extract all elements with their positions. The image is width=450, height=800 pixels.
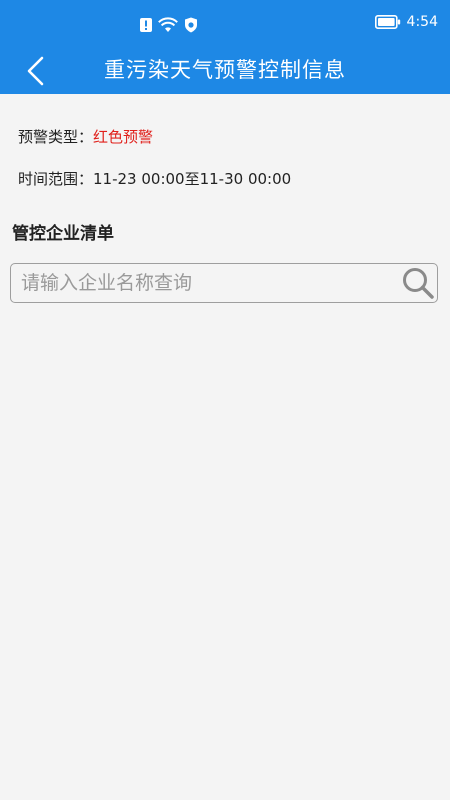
section-title-enterprise-list: 管控企业清单 [12,224,114,244]
time-range-value: 11-23 00:00至11-30 00:00 [93,170,292,188]
status-icons-left [140,16,198,34]
warning-type-value: 红色预警 [93,128,154,146]
back-button[interactable] [18,52,54,90]
page-title: 重污染天气预警控制信息 [104,58,346,82]
time-range-row: 时间范围：11-23 00:00至11-30 00:00 [18,168,291,189]
search-box [10,263,438,303]
warning-type-label: 预警类型： [18,128,94,146]
wifi-icon [158,17,178,32]
chevron-left-icon [27,56,44,86]
battery-icon [374,15,400,29]
search-icon[interactable] [401,266,435,300]
search-input[interactable] [21,264,401,302]
status-time: 4:54 [406,14,438,30]
status-icons-right: 4:54 [374,14,438,30]
status-bar: 4:54 [0,0,450,48]
warning-type-row: 预警类型：红色预警 [18,126,153,147]
app-bar: 重污染天气预警控制信息 [0,48,450,94]
time-range-label: 时间范围： [18,170,94,188]
vpn-shield-icon [185,17,197,33]
alert-icon [140,18,152,32]
